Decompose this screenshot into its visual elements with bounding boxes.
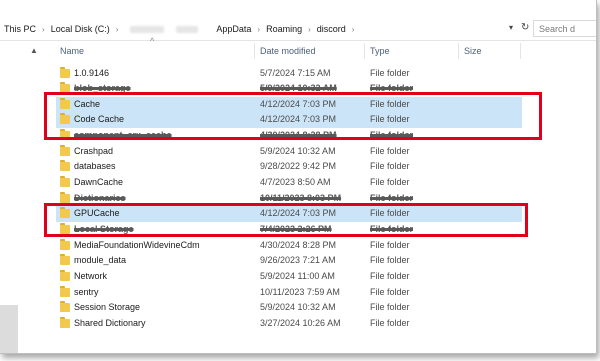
file-name[interactable]: Shared Dictionary bbox=[74, 318, 146, 328]
file-date: 3/27/2024 10:26 AM bbox=[260, 317, 341, 328]
column-date-modified[interactable]: Date modified bbox=[260, 46, 316, 56]
folder-icon bbox=[60, 144, 70, 156]
column-type[interactable]: Type bbox=[370, 46, 390, 56]
file-date: 4/7/2023 8:50 AM bbox=[260, 177, 331, 188]
search-input[interactable]: Search d bbox=[533, 20, 596, 37]
folder-icon bbox=[60, 160, 70, 172]
file-type: File folder bbox=[370, 302, 410, 313]
column-divider[interactable] bbox=[364, 43, 365, 59]
crumb-this-pc[interactable]: This PC bbox=[4, 24, 36, 34]
folder-icon bbox=[60, 316, 70, 328]
file-type: File folder bbox=[370, 177, 410, 188]
table-row[interactable]: DawnCache 4/7/2023 8:50 AM File folder bbox=[56, 175, 522, 191]
file-name[interactable]: sentry bbox=[74, 287, 99, 297]
crumb-discord[interactable]: discord bbox=[317, 24, 346, 34]
file-date: 5/7/2024 7:15 AM bbox=[260, 67, 331, 78]
file-name[interactable]: Network bbox=[74, 271, 107, 281]
column-size[interactable]: Size bbox=[464, 46, 482, 56]
table-row[interactable]: Crashpad 5/9/2024 10:32 AM File folder bbox=[56, 144, 522, 160]
column-name[interactable]: Name bbox=[60, 46, 84, 56]
file-date: 4/30/2024 8:28 PM bbox=[260, 239, 337, 250]
folder-icon bbox=[60, 301, 70, 313]
table-row[interactable]: Session Storage 5/9/2024 10:32 AM File fol… bbox=[56, 300, 522, 316]
file-date: 5/9/2024 11:00 AM bbox=[260, 270, 335, 281]
chevron-right-icon: › bbox=[351, 24, 355, 34]
chevron-right-icon: › bbox=[42, 24, 45, 34]
file-date: 10/11/2023 8:03 PM bbox=[260, 192, 342, 203]
file-type: File folder bbox=[370, 255, 410, 266]
file-name[interactable]: Session Storage bbox=[74, 302, 140, 312]
table-row[interactable]: sentry 10/11/2023 7:59 AM File folder bbox=[56, 285, 522, 301]
file-date: 5/9/2024 10:32 AM bbox=[260, 145, 336, 156]
table-row[interactable]: 1.0.9146 5/7/2024 7:15 AM File folder bbox=[56, 66, 522, 82]
file-type: File folder bbox=[370, 192, 414, 203]
file-type: File folder bbox=[370, 161, 410, 172]
highlight-box bbox=[44, 203, 528, 237]
chevron-down-icon[interactable]: ▾ bbox=[509, 23, 513, 32]
chevron-right-icon: › bbox=[257, 24, 261, 34]
folder-icon bbox=[60, 66, 70, 78]
breadcrumb: This PC › Local Disk (C:) › AppData › Ro… bbox=[4, 18, 360, 40]
blurred-user-folder bbox=[130, 25, 165, 33]
file-name[interactable]: module_data bbox=[74, 255, 126, 265]
column-divider[interactable] bbox=[520, 43, 521, 59]
folder-icon bbox=[60, 238, 70, 250]
file-name[interactable]: Crashpad bbox=[74, 146, 113, 156]
table-row[interactable]: Network 5/9/2024 11:00 AM File folder bbox=[56, 269, 522, 285]
column-divider[interactable] bbox=[458, 43, 459, 59]
table-row[interactable]: databases 9/28/2022 9:42 PM File folder bbox=[56, 159, 522, 175]
blurred-user-folder bbox=[176, 25, 199, 33]
folder-icon bbox=[60, 285, 70, 297]
chevron-right-icon: › bbox=[115, 24, 119, 34]
crumb-roaming[interactable]: Roaming bbox=[266, 24, 302, 34]
folder-icon bbox=[60, 176, 70, 188]
file-name[interactable]: Dictionaries bbox=[74, 193, 126, 203]
file-date: 5/9/2024 10:32 AM bbox=[260, 302, 336, 313]
file-date: 9/26/2023 7:21 AM bbox=[260, 255, 336, 266]
file-type: File folder bbox=[370, 286, 410, 297]
file-date: 9/28/2022 9:42 PM bbox=[260, 161, 337, 172]
file-name[interactable]: databases bbox=[74, 161, 116, 171]
file-name[interactable]: DawnCache bbox=[74, 177, 123, 187]
address-bar[interactable]: This PC › Local Disk (C:) › AppData › Ro… bbox=[0, 18, 596, 41]
refresh-icon[interactable]: ↻ bbox=[521, 22, 529, 33]
file-name[interactable]: 1.0.9146 bbox=[74, 68, 109, 78]
folder-icon bbox=[60, 191, 70, 203]
column-header: Name Date modified Type Size bbox=[0, 41, 596, 61]
table-row[interactable]: module_data 9/26/2023 7:21 AM File folder bbox=[56, 253, 522, 269]
file-type: File folder bbox=[370, 67, 410, 78]
folder-icon bbox=[60, 254, 70, 266]
column-divider[interactable] bbox=[254, 43, 255, 59]
file-type: File folder bbox=[370, 145, 410, 156]
highlight-box bbox=[44, 92, 542, 140]
chevron-right-icon: › bbox=[308, 24, 311, 34]
table-row[interactable]: MediaFoundationWidevineCdm 4/30/2024 8:28… bbox=[56, 238, 522, 254]
file-type: File folder bbox=[370, 239, 410, 250]
file-name[interactable]: MediaFoundationWidevineCdm bbox=[74, 240, 200, 250]
nav-scrollbar[interactable] bbox=[0, 305, 18, 353]
file-type: File folder bbox=[370, 270, 410, 281]
file-date: 10/11/2023 7:59 AM bbox=[260, 286, 340, 297]
file-type: File folder bbox=[370, 317, 410, 328]
folder-icon bbox=[60, 269, 70, 281]
crumb-appdata[interactable]: AppData bbox=[216, 24, 251, 34]
file-explorer-window: This PC › Local Disk (C:) › AppData › Ro… bbox=[0, 0, 597, 354]
crumb-local-disk[interactable]: Local Disk (C:) bbox=[51, 24, 110, 34]
table-row[interactable]: Shared Dictionary 3/27/2024 10:26 AM File … bbox=[56, 316, 522, 332]
